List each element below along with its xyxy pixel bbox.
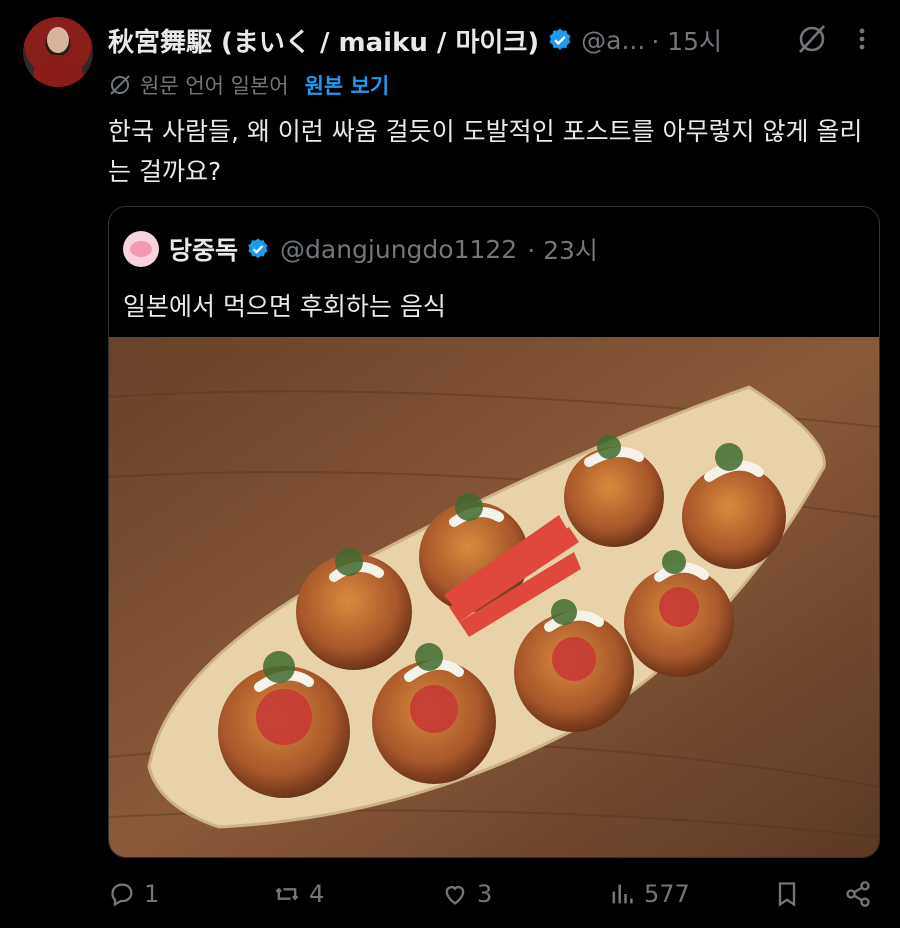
reply-count: 1 <box>144 880 160 908</box>
heart-icon <box>445 886 465 905</box>
author-handle[interactable]: @a... <box>581 26 645 55</box>
reply-icon <box>111 883 133 907</box>
quoted-tweet[interactable]: 당중독 @dangjungdo1122 · 23시 일본에서 먹으면 후회하는 … <box>108 206 880 858</box>
more-options-icon[interactable] <box>852 22 872 56</box>
tweet-header: 秋宮舞駆 (まいく / maiku / 마이크) @a... · 15시 <box>108 20 722 60</box>
tweet-actions: 1 4 3 577 <box>108 872 878 916</box>
avatar-face <box>47 27 69 53</box>
translate-icon <box>110 75 130 95</box>
bookmark-button[interactable] <box>773 872 809 916</box>
show-original-link[interactable]: 원본 보기 <box>305 70 390 100</box>
views-count: 577 <box>644 880 690 908</box>
views-icon <box>612 884 633 904</box>
translation-bar: 원문 언어 일본어 원본 보기 <box>108 70 389 100</box>
repost-icon <box>275 887 299 901</box>
reply-button[interactable]: 1 <box>108 872 159 916</box>
bookmark-icon <box>778 882 796 907</box>
like-button[interactable]: 3 <box>441 872 492 916</box>
quote-time[interactable]: · 23시 <box>527 231 598 267</box>
quote-text: 일본에서 먹으면 후회하는 음식 <box>123 292 446 321</box>
views-button[interactable]: 577 <box>608 872 690 916</box>
quote-author-name[interactable]: 당중독 <box>169 231 238 267</box>
share-icon <box>846 881 870 907</box>
translation-label: 원문 언어 일본어 <box>140 74 289 98</box>
tweet-time[interactable]: · 15시 <box>651 22 722 58</box>
share-button[interactable] <box>844 872 880 916</box>
tweet-text: 한국 사람들, 왜 이런 싸움 걸듯이 도발적인 포스트를 아무렇지 않게 올리… <box>108 117 863 186</box>
quote-header: 당중독 @dangjungdo1122 · 23시 <box>123 229 598 269</box>
verified-badge-icon <box>549 28 571 50</box>
repost-count: 4 <box>309 880 325 908</box>
repost-button[interactable]: 4 <box>273 872 324 916</box>
quote-verified-badge-icon <box>248 238 268 259</box>
author-avatar[interactable] <box>23 17 93 87</box>
quote-avatar[interactable] <box>123 231 159 267</box>
author-name[interactable]: 秋宮舞駆 (まいく / maiku / 마이크) <box>108 22 539 59</box>
avatar-shirt <box>33 55 83 87</box>
like-count: 3 <box>477 880 493 908</box>
quote-avatar-pig <box>130 241 152 257</box>
grok-icon[interactable] <box>796 22 828 56</box>
takoyaki-photo[interactable] <box>109 337 879 857</box>
quote-author-handle[interactable]: @dangjungdo1122 <box>280 235 517 264</box>
